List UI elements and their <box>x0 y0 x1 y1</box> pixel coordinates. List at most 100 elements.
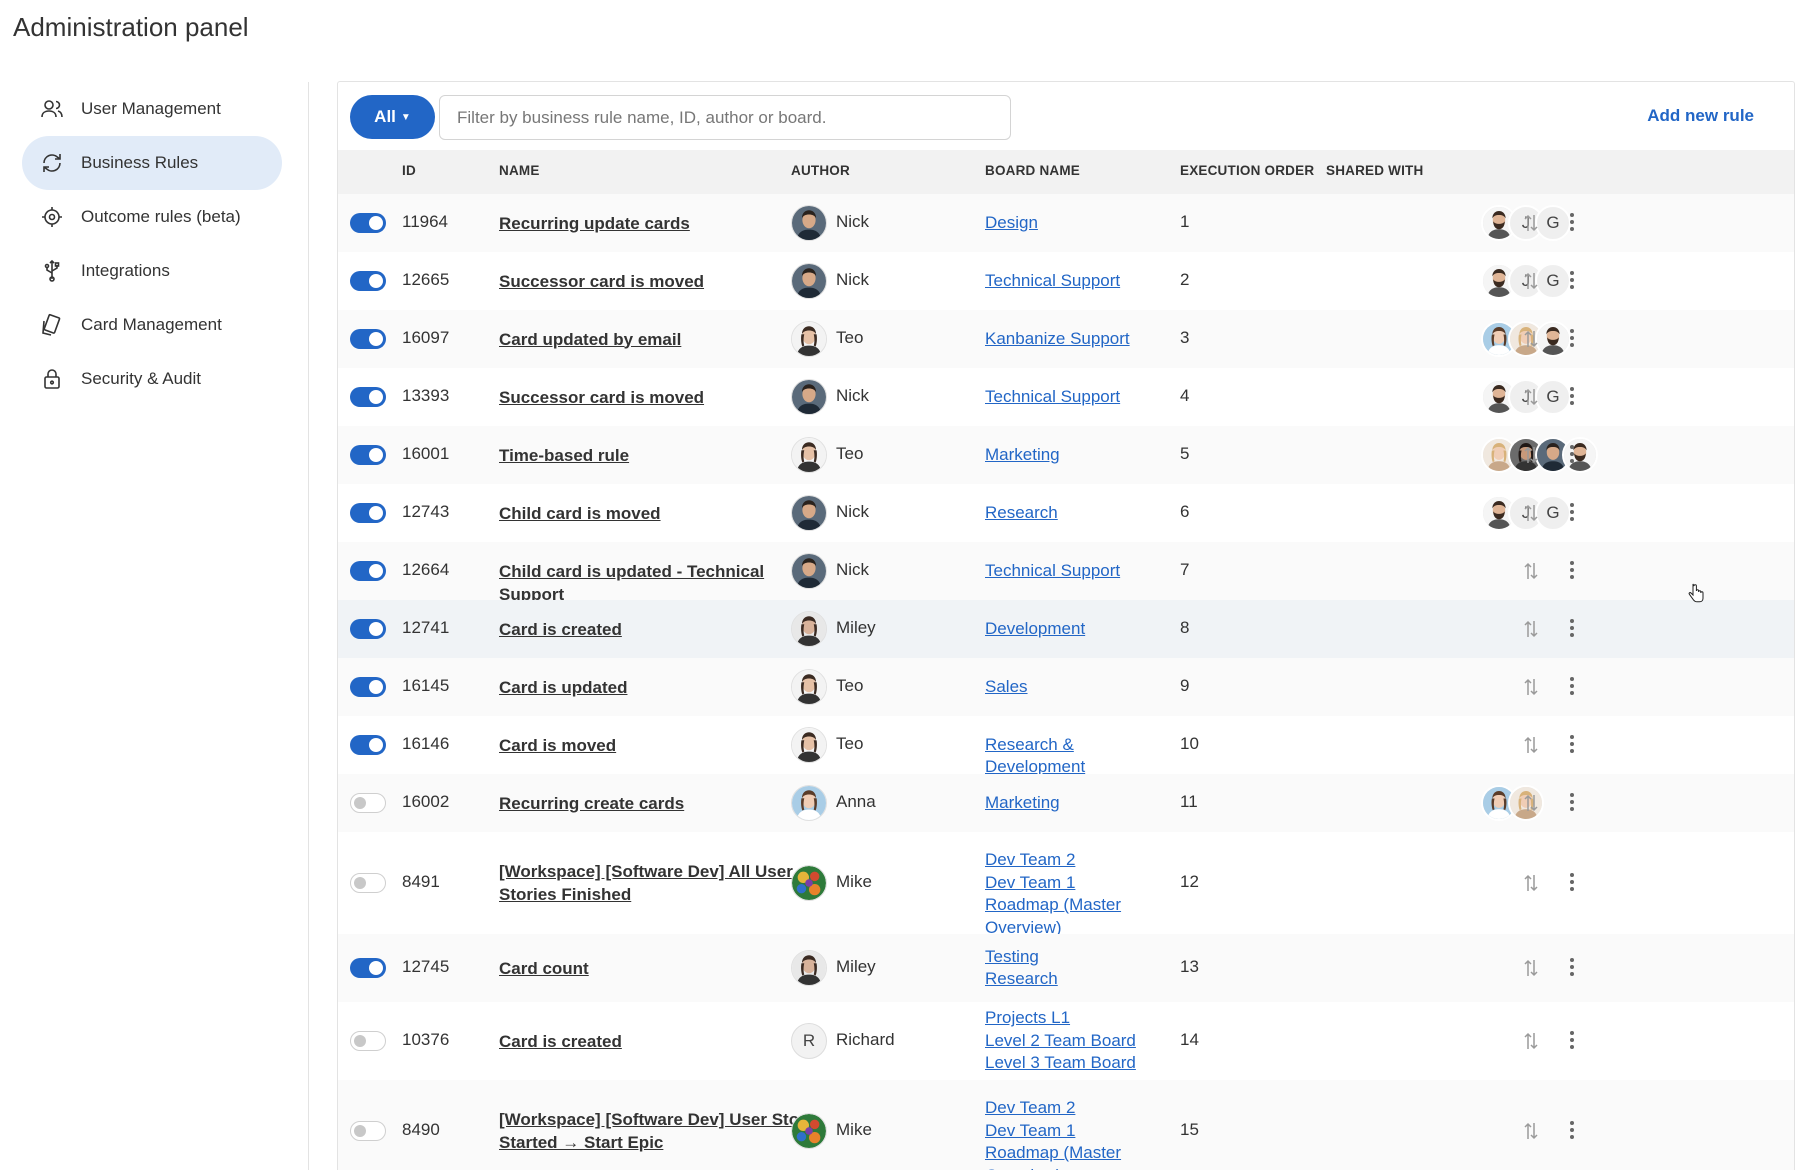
more-options-icon[interactable] <box>1568 211 1576 233</box>
rule-name-link[interactable]: Child card is moved <box>499 502 819 525</box>
board-link[interactable]: Level 2 Team Board <box>985 1030 1165 1053</box>
rule-enabled-toggle[interactable] <box>350 958 386 978</box>
more-options-icon[interactable] <box>1568 443 1576 465</box>
more-options-icon[interactable] <box>1568 269 1576 291</box>
sidebar-item-outcome-rules-beta[interactable]: Outcome rules (beta) <box>22 190 282 244</box>
board-link[interactable]: Roadmap (Master Overview) <box>985 1142 1165 1170</box>
reorder-icon[interactable] <box>1522 872 1540 894</box>
more-options-icon[interactable] <box>1568 327 1576 349</box>
board-link[interactable]: Projects L1 <box>985 1007 1165 1030</box>
more-options-icon[interactable] <box>1568 385 1576 407</box>
rule-enabled-toggle[interactable] <box>350 873 386 893</box>
board-link[interactable]: Level 3 Team Board <box>985 1052 1165 1075</box>
rule-enabled-toggle[interactable] <box>350 213 386 233</box>
rule-enabled-toggle[interactable] <box>350 561 386 581</box>
reorder-icon[interactable] <box>1522 328 1540 350</box>
rule-name-link[interactable]: Card is created <box>499 1030 819 1053</box>
table-row[interactable]: 16002 Recurring create cards Anna Marketing… <box>338 774 1794 832</box>
rule-name-link[interactable]: Card updated by email <box>499 328 819 351</box>
more-options-icon[interactable] <box>1568 871 1576 893</box>
board-link[interactable]: Dev Team 2 <box>985 849 1165 872</box>
board-link[interactable]: Technical Support <box>985 270 1165 293</box>
more-options-icon[interactable] <box>1568 733 1576 755</box>
table-row[interactable]: 12743 Child card is moved Nick Research 6 J G <box>338 484 1794 542</box>
more-options-icon[interactable] <box>1568 1119 1576 1141</box>
board-link[interactable]: Dev Team 1 <box>985 872 1165 895</box>
rule-name-link[interactable]: Successor card is moved <box>499 386 819 409</box>
header-author[interactable]: AUTHOR <box>791 163 850 178</box>
table-row[interactable]: 16001 Time-based rule Teo Marketing 5 <box>338 426 1794 484</box>
board-link[interactable]: Roadmap (Master Overview) <box>985 894 1165 939</box>
rule-name-link[interactable]: Recurring update cards <box>499 212 819 235</box>
board-link[interactable]: Design <box>985 212 1165 235</box>
more-options-icon[interactable] <box>1568 791 1576 813</box>
more-options-icon[interactable] <box>1568 675 1576 697</box>
rule-enabled-toggle[interactable] <box>350 619 386 639</box>
rule-name-link[interactable]: Time-based rule <box>499 444 819 467</box>
board-link[interactable]: Sales <box>985 676 1165 699</box>
board-link[interactable]: Marketing <box>985 444 1165 467</box>
header-id[interactable]: ID <box>402 163 416 178</box>
board-link[interactable]: Technical Support <box>985 386 1165 409</box>
rule-name-link[interactable]: Child card is updated - Technical Suppor… <box>499 560 819 606</box>
table-row[interactable]: 8491 [Workspace] [Software Dev] All User … <box>338 832 1794 937</box>
reorder-icon[interactable] <box>1522 1120 1540 1142</box>
add-new-rule-link[interactable]: Add new rule <box>1647 106 1754 126</box>
sidebar-item-card-management[interactable]: Card Management <box>22 298 282 352</box>
reorder-icon[interactable] <box>1522 270 1540 292</box>
reorder-icon[interactable] <box>1522 957 1540 979</box>
reorder-icon[interactable] <box>1522 1030 1540 1052</box>
header-name[interactable]: NAME <box>499 163 540 178</box>
rule-enabled-toggle[interactable] <box>350 1121 386 1141</box>
board-link[interactable]: Development <box>985 618 1165 641</box>
board-link[interactable]: Kanbanize Support <box>985 328 1165 351</box>
rule-name-link[interactable]: [Workspace] [Software Dev] All User Stor… <box>499 860 819 906</box>
table-row[interactable]: 12664 Child card is updated - Technical S… <box>338 542 1794 604</box>
rule-enabled-toggle[interactable] <box>350 445 386 465</box>
sidebar-item-integrations[interactable]: Integrations <box>22 244 282 298</box>
more-options-icon[interactable] <box>1568 617 1576 639</box>
rule-name-link[interactable]: Card count <box>499 957 819 980</box>
table-row[interactable]: 12741 Card is created Miley Development 8 <box>338 600 1794 658</box>
rule-name-link[interactable]: [Workspace] [Software Dev] User Story St… <box>499 1108 819 1154</box>
header-execution-order[interactable]: EXECUTION ORDER <box>1180 163 1314 178</box>
table-row[interactable]: 12745 Card count Miley Testing Research 13 <box>338 934 1794 1002</box>
more-options-icon[interactable] <box>1568 1029 1576 1051</box>
table-row[interactable]: 16097 Card updated by email Teo Kanbanize S… <box>338 310 1794 368</box>
table-row[interactable]: 13393 Successor card is moved Nick Technica… <box>338 368 1794 426</box>
table-row[interactable]: 12665 Successor card is moved Nick Technica… <box>338 252 1794 310</box>
board-link[interactable]: Dev Team 2 <box>985 1097 1165 1120</box>
board-link[interactable]: Research & Development <box>985 734 1165 779</box>
board-link[interactable]: Research <box>985 502 1165 525</box>
more-options-icon[interactable] <box>1568 956 1576 978</box>
more-options-icon[interactable] <box>1568 501 1576 523</box>
table-row[interactable]: 8490 [Workspace] [Software Dev] User Stor… <box>338 1080 1794 1170</box>
rule-name-link[interactable]: Card is moved <box>499 734 819 757</box>
board-link[interactable]: Research <box>985 968 1165 991</box>
rule-enabled-toggle[interactable] <box>350 793 386 813</box>
reorder-icon[interactable] <box>1522 618 1540 640</box>
reorder-icon[interactable] <box>1522 444 1540 466</box>
reorder-icon[interactable] <box>1522 502 1540 524</box>
rule-enabled-toggle[interactable] <box>350 1031 386 1051</box>
rule-enabled-toggle[interactable] <box>350 503 386 523</box>
board-link[interactable]: Technical Support <box>985 560 1165 583</box>
reorder-icon[interactable] <box>1522 734 1540 756</box>
rule-enabled-toggle[interactable] <box>350 735 386 755</box>
board-link[interactable]: Marketing <box>985 792 1165 815</box>
reorder-icon[interactable] <box>1522 792 1540 814</box>
header-board-name[interactable]: BOARD NAME <box>985 163 1080 178</box>
reorder-icon[interactable] <box>1522 212 1540 234</box>
sidebar-item-business-rules[interactable]: Business Rules <box>22 136 282 190</box>
sidebar-item-user-management[interactable]: User Management <box>22 82 282 136</box>
rule-name-link[interactable]: Successor card is moved <box>499 270 819 293</box>
table-row[interactable]: 11964 Recurring update cards Nick Design 1 J G <box>338 194 1794 252</box>
reorder-icon[interactable] <box>1522 386 1540 408</box>
rule-name-link[interactable]: Recurring create cards <box>499 792 819 815</box>
table-row[interactable]: 10376 Card is created R Richard Projects L1 L… <box>338 1002 1794 1080</box>
rule-enabled-toggle[interactable] <box>350 677 386 697</box>
table-row[interactable]: 16145 Card is updated Teo Sales 9 <box>338 658 1794 716</box>
board-link[interactable]: Dev Team 1 <box>985 1120 1165 1143</box>
rule-name-link[interactable]: Card is updated <box>499 676 819 699</box>
filter-all-dropdown[interactable]: All ▼ <box>350 95 435 139</box>
